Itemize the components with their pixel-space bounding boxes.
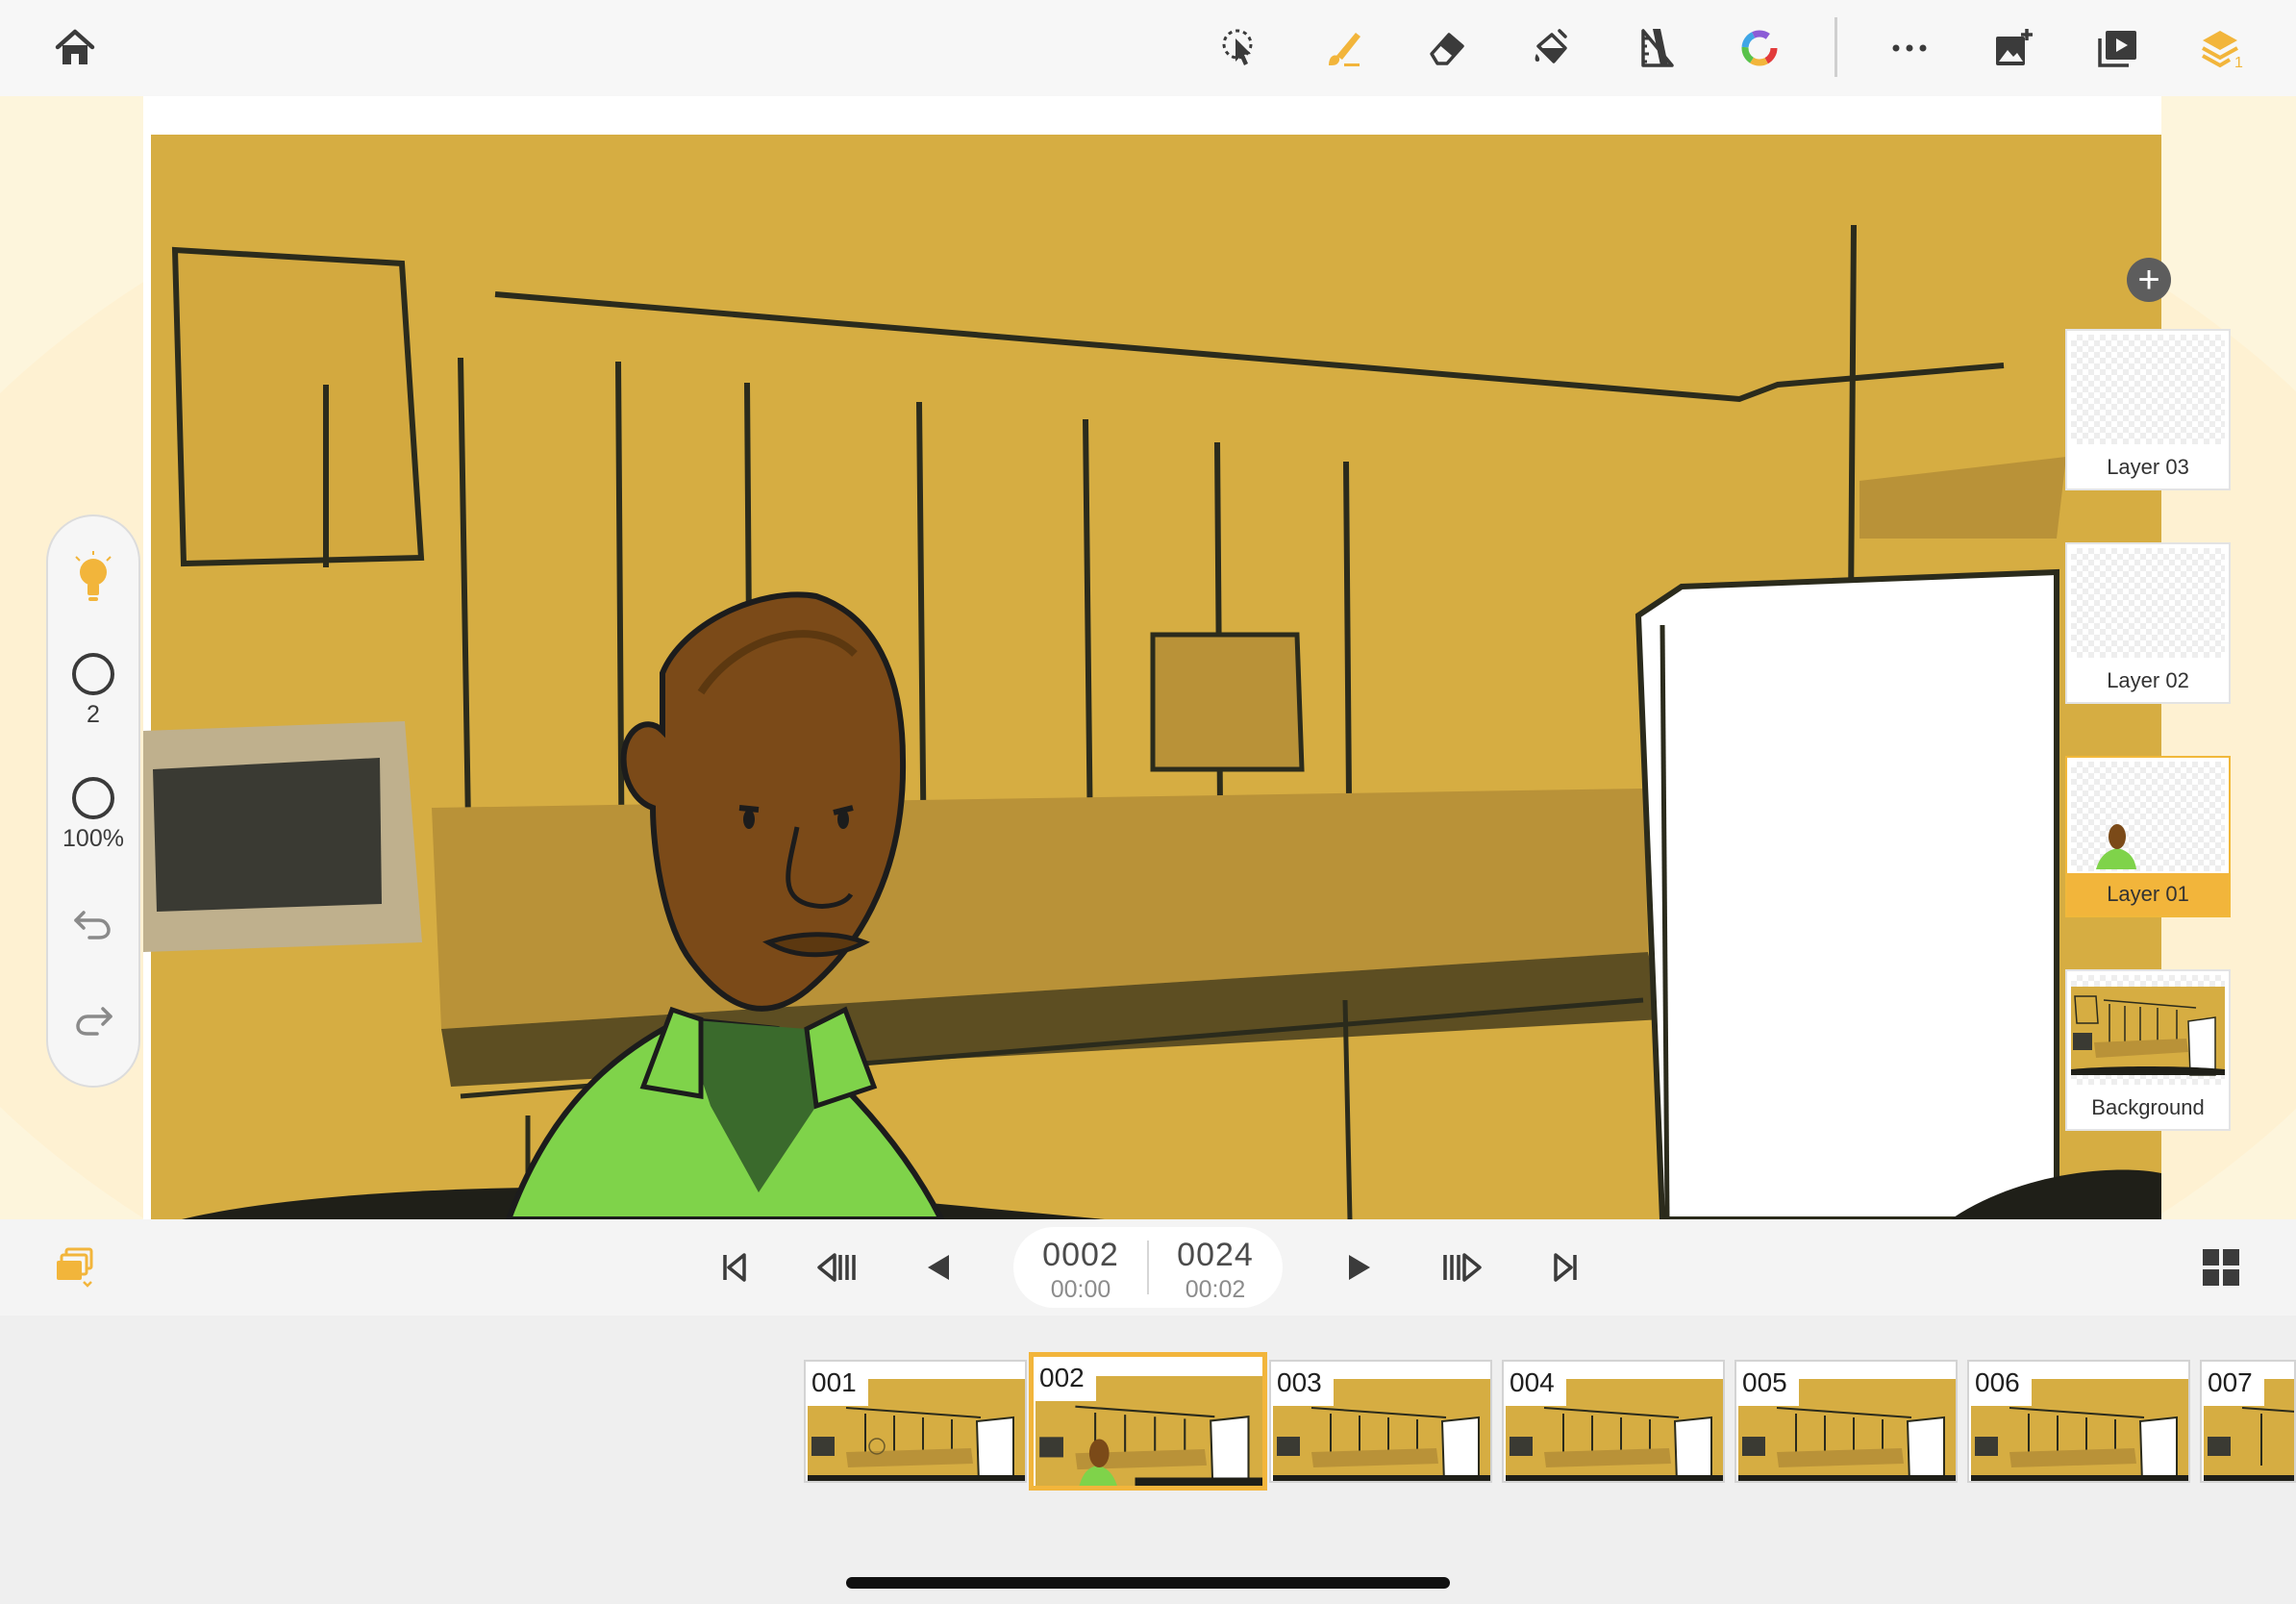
ruler-button[interactable] [1630,21,1684,75]
layers-badge: 1 [2234,55,2243,71]
brush-icon [1329,33,1360,66]
play-preview-icon [2098,31,2136,67]
previous-frame-icon [817,1253,856,1282]
layers-button[interactable]: 1 [2195,21,2249,75]
tips-button[interactable] [48,551,138,605]
fill-bucket-icon [1535,29,1567,63]
lasso-select-button[interactable] [1212,21,1266,75]
lasso-select-icon [1222,29,1253,65]
frame-number: 004 [1504,1362,1566,1406]
redo-button[interactable] [48,995,138,1041]
brush-size-circle-icon [72,653,114,695]
grid-view-button[interactable] [2194,1241,2248,1294]
preview-button[interactable] [2090,21,2144,75]
background-thumbnail [2071,987,2225,1076]
current-frame-time: 00:00 [1050,1276,1111,1303]
more-icon [1892,44,1927,52]
canvas-artwork[interactable] [143,135,2161,1219]
frame-counter[interactable]: 0002 00:00 0024 00:02 [1013,1227,1283,1308]
eraser-button[interactable] [1420,21,1474,75]
onion-skin-icon [57,1247,93,1288]
undo-button[interactable] [48,899,138,945]
layer-item-03[interactable]: Layer 03 [2065,329,2231,490]
toolbar-separator [1834,17,1837,77]
total-frame-number: 0024 [1177,1237,1254,1273]
brush-size-value: 2 [87,701,100,728]
color-wheel-icon [1741,30,1778,66]
frame-number: 003 [1271,1362,1334,1406]
frame-number: 001 [806,1362,868,1406]
layer-item-01[interactable]: Layer 01 [2065,756,2231,917]
add-image-icon [1996,29,2033,65]
layer-item-02[interactable]: Layer 02 [2065,542,2231,704]
frame-number: 002 [1034,1357,1096,1401]
frame-thumb[interactable]: 006 [1967,1360,2190,1483]
more-button[interactable] [1883,21,1936,75]
layer-name: Background [2091,1095,2205,1119]
frame-thumb[interactable]: 004 [1502,1360,1725,1483]
first-frame-icon [723,1253,746,1282]
previous-frame-button[interactable] [809,1241,862,1294]
layer-name: Layer 03 [2107,455,2189,479]
frame-number: 007 [2202,1362,2264,1406]
play-reverse-icon [928,1255,949,1280]
character-thumbnail [2096,824,2136,869]
frame-thumb-selected[interactable]: 002 [1029,1352,1267,1491]
frame-number: 005 [1736,1362,1799,1406]
next-frame-icon [1443,1253,1482,1282]
color-picker-button[interactable] [1733,21,1786,75]
onion-skin-button[interactable] [48,1241,102,1294]
counter-divider [1147,1241,1149,1294]
frame-thumb[interactable]: 001 [804,1360,1027,1483]
frame-thumb[interactable]: 005 [1734,1360,1958,1483]
layer-thumbnail [2071,548,2225,658]
play-icon [1349,1255,1370,1280]
layer-thumbnail [2071,762,2225,871]
drawing-stage[interactable] [0,96,2296,1219]
layer-name: Layer 02 [2107,668,2189,692]
undo-icon [74,911,111,940]
ruler-icon [1641,29,1674,67]
current-frame-number: 0002 [1042,1237,1119,1273]
home-button[interactable] [48,21,102,75]
play-button[interactable] [1333,1241,1386,1294]
add-layer-button[interactable]: + [2127,258,2171,302]
grid-view-icon [2203,1249,2239,1286]
play-reverse-button[interactable] [911,1241,965,1294]
first-frame-button[interactable] [707,1241,761,1294]
layer-name: Layer 01 [2067,873,2229,915]
home-indicator [846,1577,1450,1589]
fill-bucket-button[interactable] [1525,21,1579,75]
lightbulb-icon [75,551,112,601]
frame-timeline[interactable]: 001 002 003 004 005 006 007 [0,1316,2296,1604]
eraser-icon [1430,33,1464,65]
layer-thumbnail [2071,335,2225,444]
layer-thumbnail [2071,975,2225,1085]
home-icon [55,29,95,64]
opacity-circle-icon [72,777,114,819]
brush-size-control[interactable]: 2 [48,653,138,729]
frame-number: 006 [1969,1362,2032,1406]
add-image-button[interactable] [1986,21,2040,75]
frame-thumb[interactable]: 007 [2200,1360,2296,1483]
current-frame: 0002 00:00 [1019,1237,1142,1304]
opacity-value: 100% [62,825,124,852]
frame-thumb[interactable]: 003 [1269,1360,1492,1483]
top-toolbar: 1 [0,0,2296,96]
total-frames: 0024 00:02 [1154,1237,1277,1304]
playback-bar: 0002 00:00 0024 00:02 [0,1219,2296,1316]
opacity-control[interactable]: 100% [48,777,138,853]
next-frame-button[interactable] [1436,1241,1490,1294]
redo-icon [76,1007,112,1036]
layer-item-background[interactable]: Background [2065,969,2231,1131]
tool-rail: 2 100% [46,514,140,1088]
last-frame-button[interactable] [1539,1241,1593,1294]
layers-icon: 1 [2202,31,2243,71]
brush-button[interactable] [1317,21,1371,75]
last-frame-icon [1554,1253,1577,1282]
total-frame-time: 00:02 [1185,1276,1246,1303]
plus-icon: + [2137,259,2160,301]
